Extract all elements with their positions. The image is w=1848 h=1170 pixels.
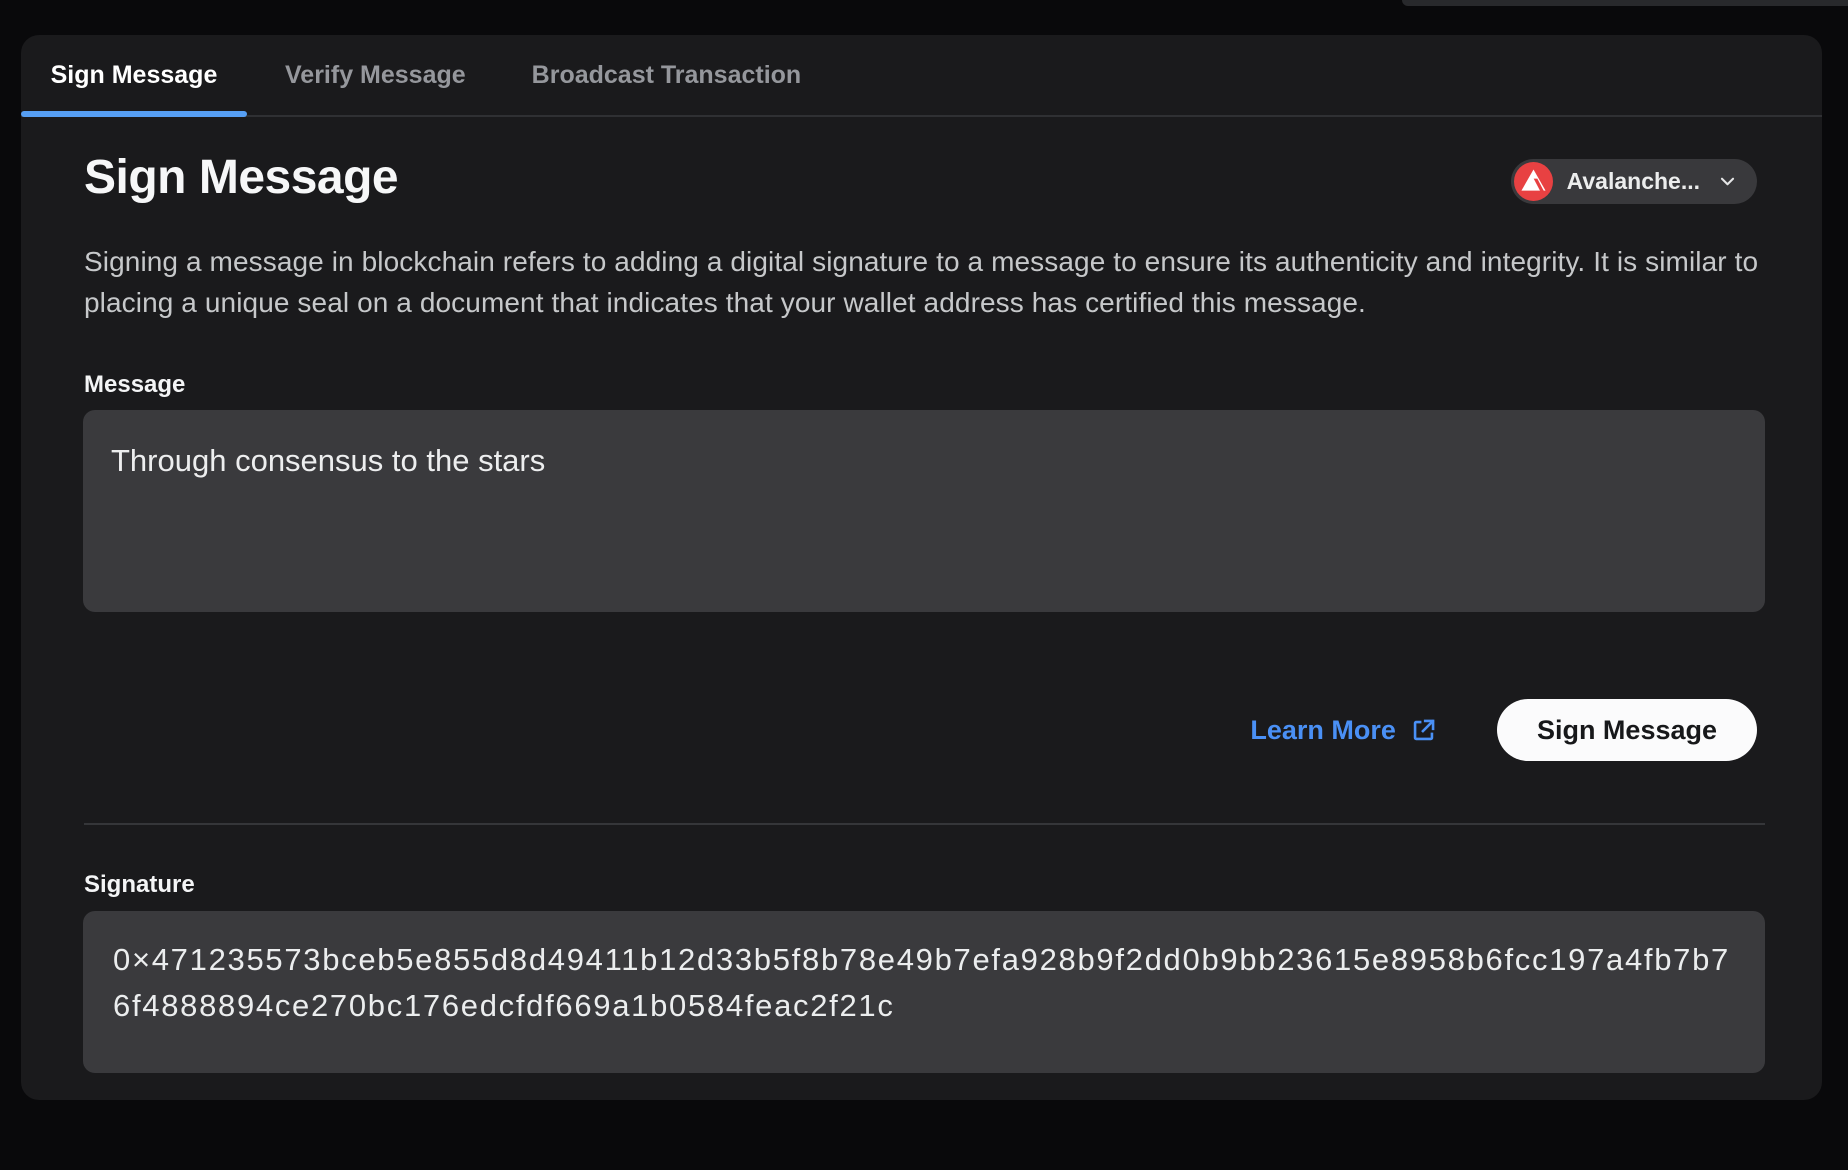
sign-message-card: Sign Message Verify Message Broadcast Tr…: [21, 35, 1822, 1100]
signature-label: Signature: [84, 871, 195, 899]
top-window-edge: [1402, 0, 1848, 6]
network-selector-label: Avalanche...: [1567, 168, 1700, 195]
page-title: Sign Message: [84, 151, 398, 205]
screen: Sign Message Verify Message Broadcast Tr…: [0, 0, 1848, 1170]
sign-message-button[interactable]: Sign Message: [1497, 699, 1757, 761]
tabbar: Sign Message Verify Message Broadcast Tr…: [21, 35, 1822, 117]
external-link-icon: [1410, 717, 1437, 744]
tab-verify-message[interactable]: Verify Message: [259, 35, 492, 115]
learn-more-label: Learn More: [1250, 715, 1396, 746]
actions-row: Learn More Sign Message: [1250, 699, 1757, 761]
chevron-down-icon: [1718, 172, 1737, 191]
tab-sign-message[interactable]: Sign Message: [21, 35, 247, 115]
section-divider: [84, 823, 1765, 825]
description-text: Signing a message in blockchain refers t…: [84, 241, 1776, 323]
message-label: Message: [84, 371, 185, 399]
learn-more-link[interactable]: Learn More: [1250, 715, 1437, 746]
network-selector[interactable]: Avalanche...: [1511, 159, 1757, 204]
tab-broadcast-transaction[interactable]: Broadcast Transaction: [506, 35, 828, 115]
message-input[interactable]: Through consensus to the stars: [83, 410, 1765, 612]
signature-output: 0×471235573bceb5e855d8d49411b12d33b5f8b7…: [83, 911, 1765, 1073]
avalanche-icon: [1514, 162, 1553, 201]
